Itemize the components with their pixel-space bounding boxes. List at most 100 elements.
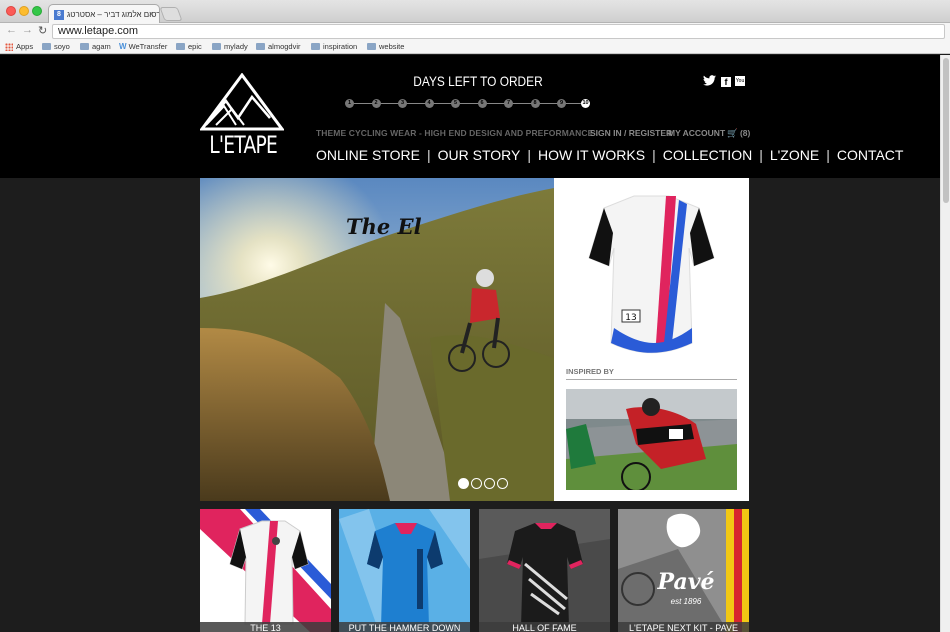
bookmark-website[interactable]: website	[367, 42, 404, 51]
days-timeline: 1 2 3 4 5 6 7 8 9 10	[345, 99, 590, 109]
mountain-logo-icon	[199, 72, 285, 131]
tile-label: PUT THE HAMMER DOWN	[339, 622, 470, 632]
slider-dot-2[interactable]	[471, 478, 482, 489]
timeline-day-8: 8	[530, 99, 540, 108]
days-left-title: DAYS LEFT TO ORDER	[413, 73, 543, 89]
cart-count: (8)	[739, 128, 751, 138]
bookmark-inspiration[interactable]: inspiration	[311, 42, 357, 51]
back-arrow-icon[interactable]: ←	[6, 24, 17, 36]
nav-contact[interactable]: CONTACT	[837, 147, 904, 163]
timeline-day-1: 1	[345, 99, 354, 108]
nav-separator: |	[652, 147, 656, 163]
nav-separator: |	[826, 147, 830, 163]
folder-icon	[80, 43, 89, 50]
browser-tab[interactable]: 8 פרסום אלמוג דביר – אסטרטג ×	[48, 4, 160, 24]
hall-of-fame-jersey-image	[479, 509, 610, 632]
tab-close-icon[interactable]: ×	[149, 9, 154, 19]
tile-hall-of-fame[interactable]: HALL OF FAME	[479, 509, 610, 632]
folder-icon	[311, 43, 320, 50]
slider-dot-3[interactable]	[484, 478, 495, 489]
hero-title: The El	[346, 214, 422, 239]
browser-titlebar: 8 פרסום אלמוג דביר – אסטרטג ×	[0, 0, 950, 24]
folder-icon	[42, 43, 51, 50]
the-13-jersey-image	[200, 509, 331, 632]
bookmark-epic[interactable]: epic	[176, 42, 202, 51]
timeline-day-7: 7	[504, 99, 513, 108]
site-header: L'ETAPE DAYS LEFT TO ORDER 1 2 3 4 5 6 7…	[0, 55, 940, 178]
bookmark-soyo[interactable]: soyo	[42, 42, 70, 51]
tile-put-the-hammer-down[interactable]: PUT THE HAMMER DOWN	[339, 509, 470, 632]
nav-how-it-works[interactable]: HOW IT WORKS	[538, 147, 645, 163]
timeline-day-9: 9	[557, 99, 566, 108]
bookmark-agam[interactable]: agam	[80, 42, 111, 51]
folder-icon	[367, 43, 376, 50]
twitter-icon[interactable]	[703, 75, 716, 89]
cart-icon: 🛒	[727, 128, 738, 138]
nav-our-story[interactable]: OUR STORY	[438, 147, 521, 163]
tab-favicon: 8	[54, 10, 64, 20]
slider-dot-1[interactable]	[458, 478, 469, 489]
folder-icon	[256, 43, 265, 50]
tagline: THEME CYCLING WEAR - HIGH END DESIGN AND…	[316, 128, 594, 138]
youtube-icon[interactable]: You	[735, 76, 745, 86]
apps-grid-icon	[5, 42, 13, 51]
hammer-jersey-image	[339, 509, 470, 632]
nav-collection[interactable]: COLLECTION	[663, 147, 752, 163]
sign-in-register-link[interactable]: SIGN IN / REGISTER	[590, 128, 672, 138]
featured-jersey-panel[interactable]: 13 INSPIRED BY	[554, 178, 749, 501]
bookmarks-bar: Apps soyo agam W WeTransfer epic mylady a…	[0, 40, 950, 54]
tile-label: L'ETAPE NEXT KIT - PAVE	[618, 622, 749, 632]
bookmark-almogdvir[interactable]: almogdvir	[256, 42, 301, 51]
pave-badge-subtitle: est 1896	[670, 597, 702, 606]
nav-separator: |	[527, 147, 532, 163]
tile-label: HALL OF FAME	[479, 622, 610, 632]
reload-icon[interactable]: ↻	[38, 24, 47, 37]
nav-online-store[interactable]: ONLINE STORE	[316, 147, 420, 163]
nav-separator: |	[759, 147, 763, 163]
bookmark-apps[interactable]: Apps	[5, 42, 33, 51]
tile-label: THE 13	[200, 622, 331, 632]
facebook-icon[interactable]: f	[721, 77, 731, 87]
jersey-back-image: 13	[588, 195, 715, 354]
cart-link[interactable]: 🛒 (8)	[727, 128, 750, 139]
minimize-window-button[interactable]	[19, 6, 29, 16]
timeline-day-6: 6	[477, 99, 487, 108]
folder-icon	[176, 43, 185, 50]
browser-toolbar: ← → ↻ www.letape.com	[0, 23, 950, 40]
new-tab-button[interactable]	[159, 7, 183, 21]
letape-logo[interactable]: L'ETAPE	[199, 72, 285, 167]
page-scrollbar[interactable]	[940, 55, 950, 632]
nav-separator: |	[427, 147, 431, 163]
jersey-number: 13	[625, 313, 636, 323]
timeline-day-5: 5	[451, 99, 460, 108]
bookmark-mylady[interactable]: mylady	[212, 42, 248, 51]
scrollbar-thumb[interactable]	[943, 58, 949, 203]
timeline-day-3: 3	[398, 99, 407, 108]
my-account-link[interactable]: MY ACCOUNT	[668, 128, 725, 138]
inspired-by-photo[interactable]	[566, 389, 737, 490]
slider-dot-4[interactable]	[497, 478, 508, 489]
maximize-window-button[interactable]	[32, 6, 42, 16]
timeline-day-2: 2	[371, 99, 381, 108]
close-window-button[interactable]	[6, 6, 16, 16]
folder-icon	[212, 43, 221, 50]
inspired-by-label: INSPIRED BY	[566, 367, 614, 376]
forward-arrow-icon[interactable]: →	[22, 24, 33, 36]
hero-slider[interactable]: The El	[200, 178, 554, 501]
divider	[566, 379, 737, 380]
nav-lzone[interactable]: L'ZONE	[770, 147, 819, 163]
timeline-day-10: 10	[581, 99, 590, 108]
logo-wordmark: L'ETAPE	[209, 131, 278, 159]
timeline-line	[347, 103, 586, 104]
main-nav: ONLINE STORE | OUR STORY | HOW IT WORKS …	[316, 147, 903, 163]
tile-next-kit-pave[interactable]: Pavé est 1896 L'ETAPE NEXT KIT - PAVE	[618, 509, 749, 632]
address-bar[interactable]: www.letape.com	[52, 24, 945, 39]
bookmark-wetransfer[interactable]: W WeTransfer	[119, 42, 167, 51]
tab-title: פרסום אלמוג דביר – אסטרטג	[67, 10, 160, 19]
wetransfer-icon: W	[119, 42, 127, 51]
timeline-day-4: 4	[424, 99, 434, 108]
slider-dots	[458, 478, 508, 489]
pro-cyclists-image	[566, 389, 737, 490]
pave-badge-title: Pavé	[657, 569, 715, 595]
tile-the-13[interactable]: THE 13	[200, 509, 331, 632]
